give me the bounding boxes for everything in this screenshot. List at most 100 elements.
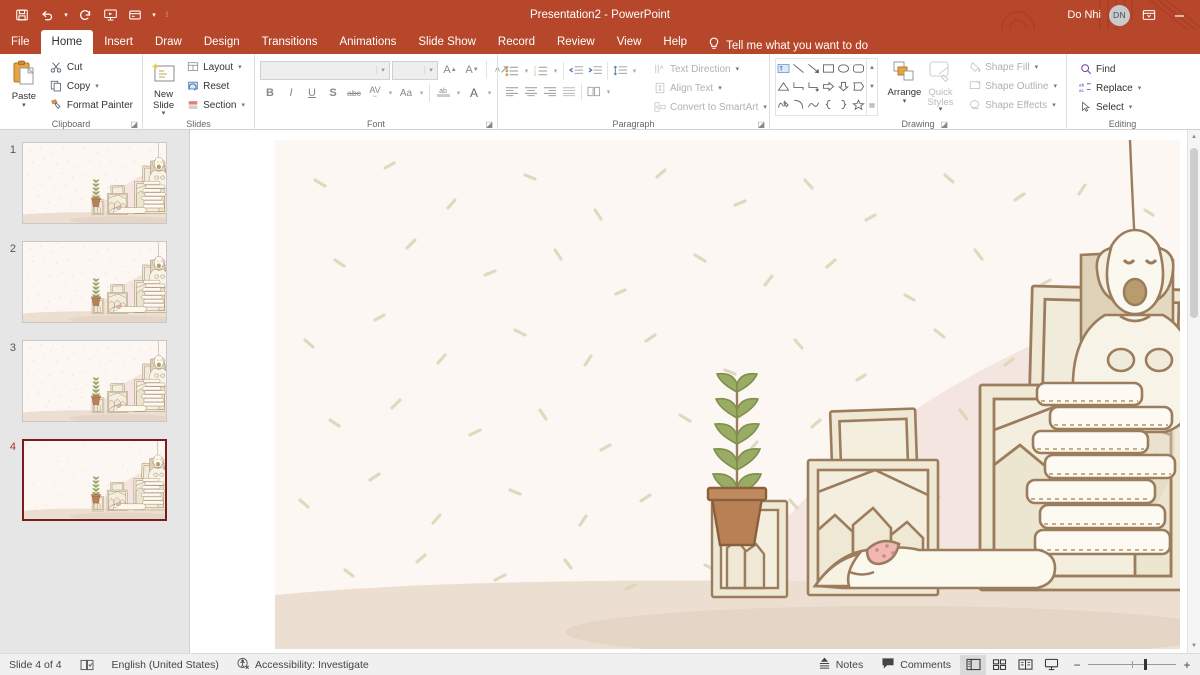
slide-sorter-view-button[interactable] (986, 655, 1012, 675)
new-slide-caret-icon[interactable]: ▾ (162, 110, 166, 118)
reading-view-button[interactable] (1012, 655, 1038, 675)
customize-qat-icon[interactable] (123, 4, 147, 26)
normal-view-button[interactable] (960, 654, 986, 675)
font-dialog-launcher-icon[interactable]: ◪ (485, 120, 493, 129)
slide-thumbnail-1[interactable] (22, 142, 167, 224)
shape-arrow-icon[interactable] (806, 59, 821, 77)
drawing-dialog-launcher-icon[interactable]: ◪ (940, 120, 948, 129)
replace-caret-icon[interactable]: ▾ (1138, 84, 1142, 92)
align-left-icon[interactable] (503, 83, 521, 101)
justify-icon[interactable] (560, 83, 578, 101)
shape-fill-caret-icon[interactable]: ▾ (1035, 63, 1039, 71)
align-right-icon[interactable] (541, 83, 559, 101)
shapes-gallery-more-icon[interactable]: ▤ (867, 96, 877, 115)
arrange-button[interactable]: Arrange ▾ (886, 58, 923, 106)
tab-draw[interactable]: Draw (144, 30, 193, 54)
font-name-box[interactable]: ▾ (260, 60, 390, 80)
zoom-control[interactable]: − + (1064, 658, 1200, 672)
paragraph-dialog-launcher-icon[interactable]: ◪ (757, 120, 765, 129)
increase-font-size-icon[interactable]: A ▲ (440, 60, 460, 80)
avatar[interactable]: DN (1109, 4, 1130, 26)
tab-slide-show[interactable]: Slide Show (407, 30, 487, 54)
copy-button[interactable]: Copy ▾ (46, 77, 137, 95)
bold-button[interactable]: B (260, 83, 280, 103)
cut-button[interactable]: Cut (46, 58, 137, 76)
tab-animations[interactable]: Animations (328, 30, 407, 54)
start-presentation-icon[interactable] (98, 4, 122, 26)
tab-insert[interactable]: Insert (93, 30, 144, 54)
paste-button[interactable]: Paste ▾ (5, 58, 43, 110)
comments-button[interactable]: Comments (872, 654, 960, 675)
shape-right-brace-icon[interactable] (836, 95, 851, 113)
character-spacing-caret-icon[interactable]: ▾ (386, 89, 395, 97)
italic-button[interactable]: I (281, 83, 301, 103)
list-item[interactable]: 3 (0, 340, 167, 422)
text-highlight-color-button[interactable]: ab (433, 83, 453, 103)
list-item[interactable]: 2 (0, 241, 167, 323)
tab-design[interactable]: Design (193, 30, 251, 54)
tab-view[interactable]: View (606, 30, 653, 54)
paste-caret-icon[interactable]: ▾ (22, 102, 26, 110)
replace-button[interactable]: ab ac Replace ▾ (1075, 79, 1145, 97)
slide-thumbnail-4[interactable] (22, 439, 167, 521)
find-button[interactable]: Find (1075, 60, 1145, 78)
line-spacing-caret-icon[interactable]: ▾ (630, 67, 639, 75)
shape-down-arrow-icon[interactable] (836, 77, 851, 95)
font-name-caret-icon[interactable]: ▾ (376, 66, 389, 74)
shapes-scroll-down-icon[interactable]: ▼ (867, 78, 877, 97)
list-item[interactable]: 4 (0, 439, 167, 521)
zoom-out-button[interactable]: − (1072, 658, 1082, 672)
shapes-gallery-scroll[interactable]: ▲ ▼ ▤ (867, 58, 878, 116)
tab-file[interactable]: File (0, 30, 41, 54)
underline-button[interactable]: U (302, 83, 322, 103)
shape-freeform-scribble-icon[interactable] (776, 95, 791, 113)
section-caret-icon[interactable]: ▾ (241, 101, 245, 109)
tab-help[interactable]: Help (652, 30, 698, 54)
ribbon-display-options-icon[interactable] (1138, 5, 1160, 25)
shape-right-arrow-icon[interactable] (821, 77, 836, 95)
line-spacing-icon[interactable] (611, 62, 629, 80)
shape-arc-double-icon[interactable] (806, 95, 821, 113)
change-case-caret-icon[interactable]: ▾ (417, 89, 426, 97)
tab-record[interactable]: Record (487, 30, 546, 54)
notes-button[interactable]: Notes (809, 654, 872, 675)
font-color-caret-icon[interactable]: ▾ (485, 89, 494, 97)
numbering-caret-icon[interactable]: ▾ (551, 67, 560, 75)
tab-home[interactable]: Home (40, 30, 94, 54)
align-text-caret-icon[interactable]: ▾ (718, 84, 722, 92)
zoom-slider-handle[interactable] (1144, 659, 1147, 670)
text-shadow-button[interactable]: S (323, 83, 343, 103)
strikethrough-button[interactable]: abc (344, 83, 364, 103)
list-item[interactable]: 1 (0, 142, 167, 224)
shapes-gallery[interactable]: ▲ ▼ ▤ (775, 58, 878, 116)
convert-to-smartart-button[interactable]: Convert to SmartArt ▾ (649, 98, 771, 116)
slide-thumbnail-3[interactable] (22, 340, 167, 422)
undo-dropdown-caret-icon[interactable]: ▾ (60, 4, 72, 26)
zoom-in-button[interactable]: + (1182, 658, 1192, 672)
tab-transitions[interactable]: Transitions (251, 30, 329, 54)
slide-thumbnail-2[interactable] (22, 241, 167, 323)
text-direction-button[interactable]: A Text Direction ▾ (649, 60, 771, 78)
new-slide-button[interactable]: New Slide ▾ (148, 58, 179, 118)
minimize-icon[interactable] (1168, 5, 1190, 25)
shape-outline-caret-icon[interactable]: ▾ (1053, 82, 1057, 90)
bullets-caret-icon[interactable]: ▾ (522, 67, 531, 75)
columns-icon[interactable] (585, 83, 603, 101)
tell-me-search[interactable]: Tell me what you want to do (698, 37, 878, 54)
shape-pentagon-tag-icon[interactable] (851, 77, 866, 95)
font-size-caret-icon[interactable]: ▾ (424, 66, 437, 74)
character-spacing-button[interactable]: AV ↔ (365, 83, 385, 103)
section-button[interactable]: Section ▾ (182, 96, 249, 114)
select-caret-icon[interactable]: ▾ (1129, 103, 1133, 111)
format-painter-button[interactable]: Format Painter (46, 96, 137, 114)
change-case-button[interactable]: Aa (396, 83, 416, 103)
language-indicator[interactable]: English (United States) (103, 654, 228, 675)
reset-button[interactable]: Reset (182, 77, 249, 95)
font-size-box[interactable]: ▾ (392, 60, 438, 80)
customize-qat-caret-icon[interactable]: ▾ (148, 4, 160, 26)
layout-button[interactable]: Layout ▾ (182, 58, 249, 76)
copy-caret-icon[interactable]: ▾ (95, 82, 99, 90)
tab-review[interactable]: Review (546, 30, 606, 54)
slide-counter[interactable]: Slide 4 of 4 (0, 654, 71, 675)
shape-curve-arc-icon[interactable] (791, 95, 806, 113)
